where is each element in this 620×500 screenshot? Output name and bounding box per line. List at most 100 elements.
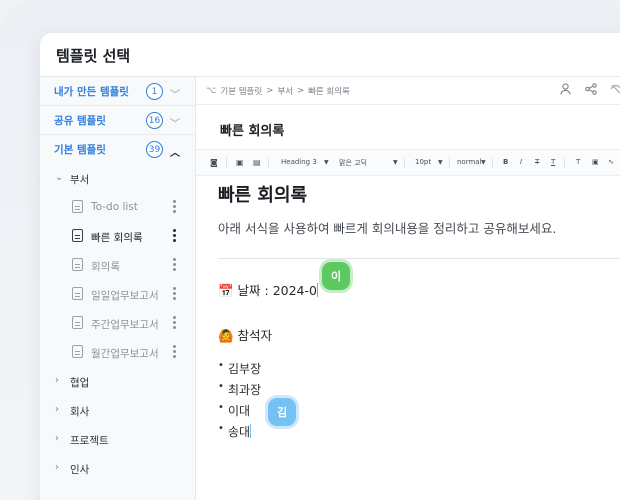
- tree-icon: ⌥: [206, 86, 217, 96]
- chevron-down-icon[interactable]: ﹀: [170, 115, 180, 130]
- chevron-right-icon[interactable]: ›: [55, 462, 59, 473]
- folder-department[interactable]: ⌄ 부서: [40, 164, 195, 193]
- attendee-text: 이대: [228, 404, 251, 418]
- template-item-daily-report[interactable]: 일일업무보고서: [40, 280, 195, 309]
- chevron-up-icon[interactable]: ︿: [170, 144, 180, 159]
- divider: [449, 157, 450, 168]
- text-color-icon[interactable]: T: [576, 158, 580, 166]
- folder-label: 부서: [70, 174, 90, 186]
- folder-collaboration[interactable]: › 협업: [40, 367, 195, 396]
- document-icon: [72, 287, 83, 300]
- document-icon: [72, 229, 83, 242]
- template-item-todo[interactable]: To-do list: [40, 193, 195, 222]
- calendar-icon[interactable]: ▤: [253, 158, 261, 167]
- group-label: 내가 만든 템플릿: [54, 85, 129, 98]
- more-icon[interactable]: [173, 287, 177, 302]
- share-icon[interactable]: [585, 83, 597, 98]
- group-shared-templates[interactable]: 공유 템플릿 16 ﹀: [40, 106, 195, 135]
- italic-icon[interactable]: I: [520, 158, 522, 166]
- template-item-minutes[interactable]: 회의록: [40, 251, 195, 280]
- highlight-icon[interactable]: ▣: [592, 158, 599, 166]
- layout-icon[interactable]: ▣: [236, 158, 244, 167]
- chevron-right-icon[interactable]: ›: [55, 404, 59, 415]
- document-icon: [72, 258, 83, 271]
- template-item-quick-minutes[interactable]: 빠른 회의록: [40, 222, 195, 251]
- document-heading: 빠른 회의록: [218, 185, 308, 206]
- preview-topbar: ⌥ 기본 템플릿 > 부서 > 빠른 회의록: [196, 77, 620, 105]
- template-label: To-do list: [91, 201, 138, 213]
- collaborator-avatar: 이: [322, 262, 350, 290]
- chevron-down-icon[interactable]: ▼: [481, 159, 486, 166]
- more-icon[interactable]: [173, 258, 177, 273]
- folder-label: 인사: [70, 464, 90, 476]
- date-line: 📅 날짜 : 2024-0: [218, 280, 318, 299]
- camera-icon[interactable]: ◙: [210, 158, 218, 167]
- folder-hr[interactable]: › 인사: [40, 454, 195, 483]
- chevron-down-icon[interactable]: ▼: [393, 159, 398, 166]
- attendee-text: 송대: [228, 425, 251, 439]
- folder-label: 회사: [70, 406, 90, 418]
- eraser-icon[interactable]: ∿: [608, 158, 614, 166]
- divider: [268, 157, 269, 168]
- template-label: 빠른 회의록: [91, 232, 143, 244]
- folder-project[interactable]: › 프로젝트: [40, 425, 195, 454]
- chevron-down-icon[interactable]: ▼: [438, 159, 443, 166]
- more-icon[interactable]: [173, 345, 177, 360]
- group-label: 기본 템플릿: [54, 144, 106, 156]
- collaborator-avatar: 김: [268, 398, 296, 426]
- template-sidebar: 내가 만든 템플릿 1 ﹀ 공유 템플릿 16 ﹀ 기본 템플릿 39 ︿ ⌄ …: [40, 77, 196, 500]
- group-my-templates[interactable]: 내가 만든 템플릿 1 ﹀: [40, 77, 195, 106]
- breadcrumb: ⌥ 기본 템플릿 > 부서 > 빠른 회의록: [206, 85, 350, 97]
- window-title: 템플릿 선택: [40, 33, 620, 77]
- template-label: 일일업무보고서: [91, 290, 159, 302]
- hide-icon[interactable]: [610, 83, 620, 98]
- count-badge: 39: [146, 141, 163, 158]
- document-icon: [72, 316, 83, 329]
- more-icon[interactable]: [173, 229, 177, 244]
- template-item-monthly-report[interactable]: 월간업무보고서: [40, 338, 195, 367]
- underline-icon[interactable]: T: [551, 158, 555, 166]
- more-icon[interactable]: [173, 316, 177, 331]
- count-badge: 16: [146, 112, 163, 129]
- strikethrough-icon[interactable]: T: [535, 158, 539, 166]
- document-intro: 아래 서식을 사용하여 빠르게 회의내용을 정리하고 공유해보세요.: [218, 221, 557, 236]
- group-label: 공유 템플릿: [54, 114, 106, 127]
- chevron-down-icon[interactable]: ⌄: [55, 172, 63, 183]
- folder-label: 프로젝트: [70, 435, 109, 447]
- attendee-item: 송대: [218, 423, 252, 440]
- date-text: 📅 날짜 : 2024-0: [218, 283, 317, 298]
- breadcrumb-item[interactable]: 기본 템플릿: [220, 85, 262, 97]
- editor-toolbar: ◙ ▣ ▤ Heading 3 ▼ 맑은 고딕 ▼ 10pt ▼ normal …: [196, 150, 620, 176]
- template-label: 회의록: [91, 261, 120, 273]
- spacing-select[interactable]: normal: [457, 158, 482, 166]
- font-select[interactable]: 맑은 고딕: [339, 158, 367, 168]
- document-icon: [72, 200, 83, 213]
- document-icon: [72, 345, 83, 358]
- size-select[interactable]: 10pt: [415, 158, 431, 166]
- bold-icon[interactable]: B: [503, 158, 508, 166]
- attendees-label: 🙆 참석자: [218, 328, 273, 343]
- attendee-item: 이대: [218, 402, 251, 419]
- template-label: 주간업무보고서: [91, 319, 159, 331]
- horizontal-rule: [218, 258, 620, 259]
- caret-user1: [316, 283, 318, 297]
- folder-label: 협업: [70, 377, 90, 389]
- count-badge: 1: [146, 83, 163, 100]
- folder-company[interactable]: › 회사: [40, 396, 195, 425]
- chevron-right-icon[interactable]: ›: [55, 433, 59, 444]
- divider: [492, 157, 493, 168]
- breadcrumb-item[interactable]: 빠른 회의록: [308, 85, 350, 97]
- template-item-weekly-report[interactable]: 주간업무보고서: [40, 309, 195, 338]
- group-basic-templates[interactable]: 기본 템플릿 39 ︿: [40, 135, 195, 164]
- user-icon[interactable]: [560, 83, 571, 98]
- breadcrumb-separator: >: [296, 86, 305, 96]
- heading-select[interactable]: Heading 3: [281, 158, 317, 166]
- chevron-right-icon[interactable]: ›: [55, 375, 59, 386]
- breadcrumb-separator: >: [266, 86, 274, 96]
- breadcrumb-item[interactable]: 부서: [277, 85, 293, 97]
- more-icon[interactable]: [173, 200, 177, 215]
- caret-user2: [250, 424, 252, 438]
- chevron-down-icon[interactable]: ▼: [324, 159, 329, 166]
- chevron-down-icon[interactable]: ﹀: [170, 86, 180, 101]
- template-label: 월간업무보고서: [91, 348, 159, 360]
